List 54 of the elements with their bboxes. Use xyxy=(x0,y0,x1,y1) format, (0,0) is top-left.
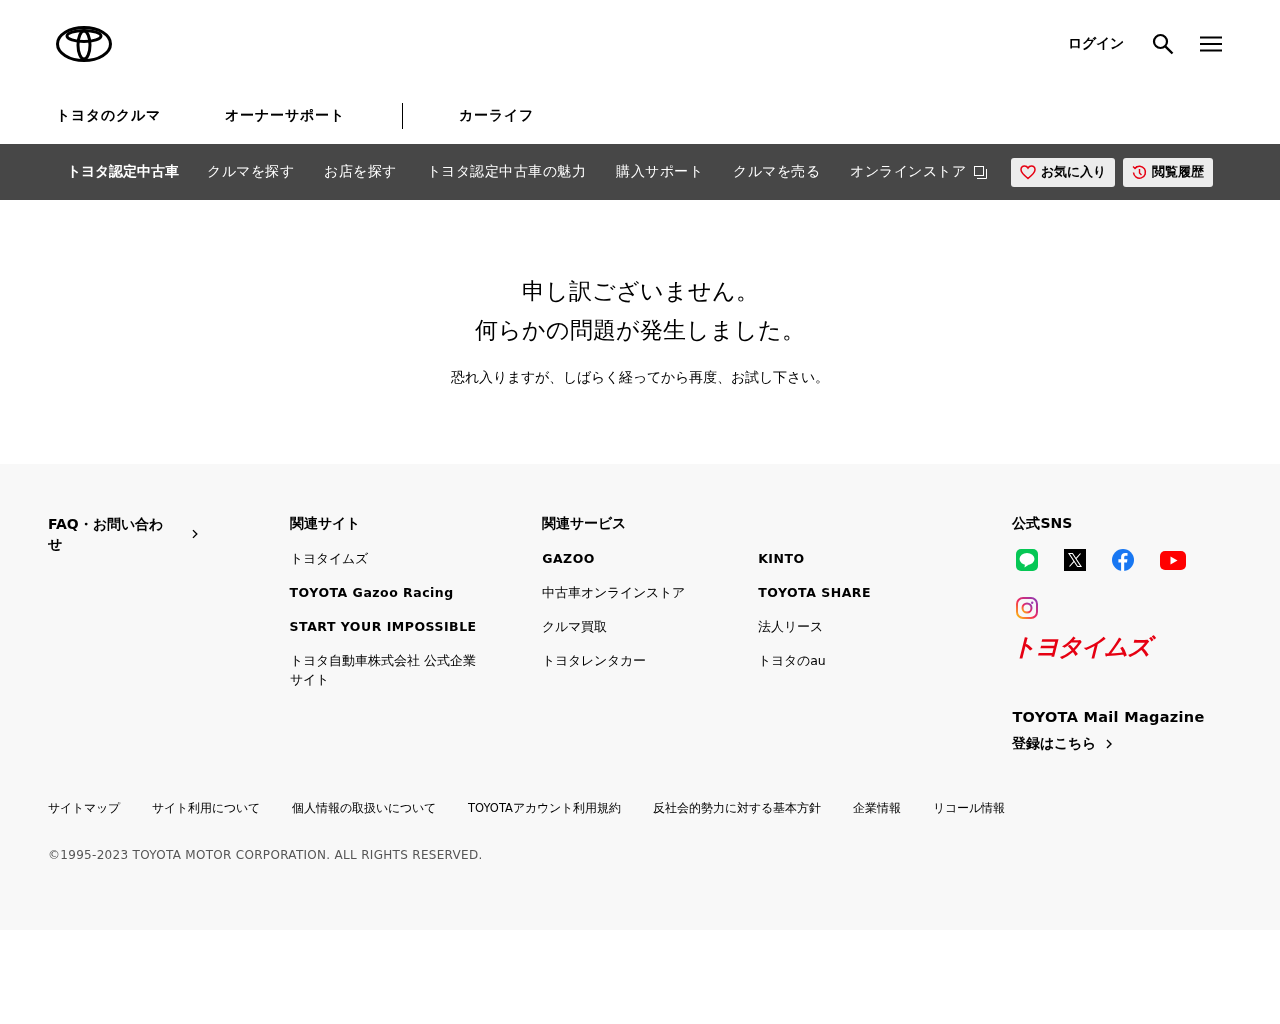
sub-nav-title[interactable]: トヨタ認定中古車 xyxy=(67,163,207,181)
brand-logo[interactable]: トヨタイムズ xyxy=(1012,631,1157,663)
external-link-icon xyxy=(974,165,987,179)
sub-nav-link[interactable]: クルマを売る xyxy=(733,163,820,181)
error-message: 恐れ入りますが、しばらく経ってから再度、お試し下さい。 xyxy=(451,369,829,387)
search-icon[interactable] xyxy=(1152,33,1174,55)
column-heading: 公式SNS xyxy=(1012,515,1074,533)
faq-link[interactable]: FAQ・お問い合わせ xyxy=(48,514,198,554)
footer-bottom-link[interactable]: サイトマップ xyxy=(48,801,120,816)
history-button[interactable]: 閲覧履歴 xyxy=(1123,157,1213,187)
sub-nav-link[interactable]: 購入サポート xyxy=(616,163,703,181)
logo-icon[interactable] xyxy=(56,26,112,62)
column-heading: 関連サービス xyxy=(542,515,628,533)
footer-link[interactable]: トヨタレンタカー xyxy=(542,651,733,670)
sub-nav-link[interactable]: お店を探す xyxy=(324,163,397,181)
footer-link[interactable]: トヨタのau xyxy=(758,651,949,670)
heart-icon xyxy=(1020,164,1036,180)
footer-link[interactable]: START YOUR IMPOSSIBLE xyxy=(289,617,480,636)
favorites-button[interactable]: お気に入り xyxy=(1011,157,1115,187)
footer-bottom-link[interactable]: 個人情報の取扱いについて xyxy=(292,801,436,816)
error-title: 申し訳ございません。 何らかの問題が発生しました。 xyxy=(475,277,805,345)
register-link[interactable]: 登録はこちら xyxy=(1012,735,1232,753)
chevron-right-icon xyxy=(1106,739,1113,749)
footer-bottom-link[interactable]: リコール情報 xyxy=(932,801,1005,816)
instagram-icon[interactable] xyxy=(1016,597,1039,619)
footer-link[interactable]: TOYOTA SHARE xyxy=(758,583,949,602)
mail-magazine-heading: TOYOTA Mail Magazine xyxy=(1012,709,1206,725)
footer-link[interactable]: GAZOO xyxy=(542,549,733,568)
sub-nav-link[interactable]: トヨタ認定中古車の魅力 xyxy=(426,163,586,181)
x-icon[interactable] xyxy=(1064,549,1087,571)
footer-bottom-link[interactable]: サイト利用について xyxy=(152,801,260,816)
footer-link[interactable]: KINTO xyxy=(758,549,949,568)
footer-link[interactable]: クルマ買取 xyxy=(542,617,733,636)
footer-link[interactable]: 中古車オンラインストア xyxy=(542,583,733,602)
history-icon xyxy=(1132,164,1147,180)
chevron-right-icon xyxy=(192,529,198,539)
facebook-icon[interactable] xyxy=(1112,549,1135,571)
sub-nav-link[interactable]: オンラインストア xyxy=(850,163,987,181)
primary-nav-link[interactable]: オーナーサポート xyxy=(225,103,403,129)
footer-link[interactable]: トヨタ自動車株式会社 公式企業サイト xyxy=(289,651,480,689)
login-link[interactable]: ログイン xyxy=(1068,35,1124,53)
primary-nav-link[interactable]: トヨタのクルマ xyxy=(56,107,161,125)
footer-bottom-link[interactable]: 反社会的勢力に対する基本方針 xyxy=(652,801,821,816)
column-heading: 関連サイト xyxy=(289,515,361,533)
footer-link[interactable]: トヨタイムズ xyxy=(289,549,480,568)
sub-nav-link[interactable]: クルマを探す xyxy=(207,163,294,181)
menu-icon[interactable] xyxy=(1200,35,1222,53)
footer-link[interactable]: TOYOTA Gazoo Racing xyxy=(289,583,480,602)
footer-bottom-link[interactable]: TOYOTAアカウント利用規約 xyxy=(468,801,621,816)
copyright: ©1995-2023 TOYOTA MOTOR CORPORATION. ALL RIGHTS RESERVED. xyxy=(48,848,484,862)
footer-bottom-link[interactable]: 企業情報 xyxy=(852,801,901,816)
play-icon[interactable] xyxy=(1160,550,1187,570)
footer-link[interactable]: 法人リース xyxy=(758,617,949,636)
primary-nav-link[interactable]: カーライフ xyxy=(459,107,534,125)
